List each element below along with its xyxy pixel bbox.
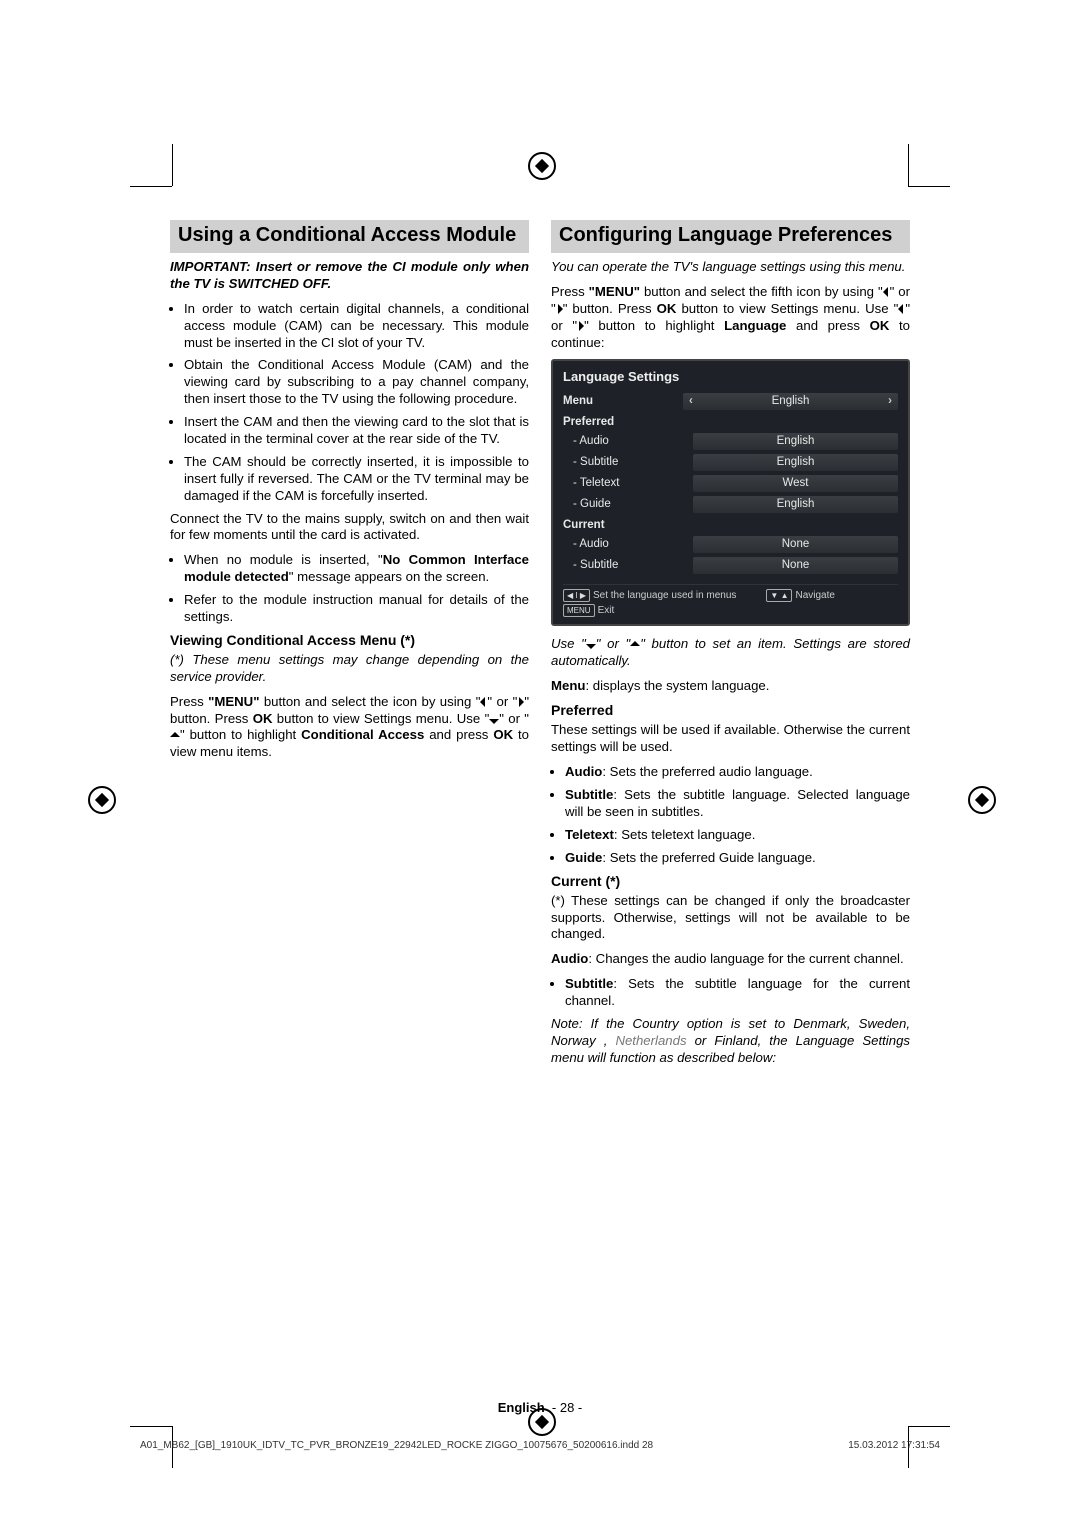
list-item: Guide: Sets the preferred Guide language… <box>565 850 910 867</box>
current-list: Subtitle: Sets the subtitle language for… <box>551 976 910 1010</box>
crop-mark <box>908 1426 950 1427</box>
subhead-preferred: Preferred <box>551 702 910 718</box>
meta-filename: A01_MB62_[GB]_1910UK_IDTV_TC_PVR_BRONZE1… <box>140 1440 653 1451</box>
country-note: Note: If the Country option is set to De… <box>551 1016 910 1067</box>
list-item: Subtitle: Sets the subtitle language for… <box>565 976 910 1010</box>
up-arrow-icon <box>630 641 640 646</box>
osd-foot-right: ▼ ▲Navigate <box>766 589 835 603</box>
list-item: Obtain the Conditional Access Module (CA… <box>184 357 529 408</box>
list-item: Audio: Sets the preferred audio language… <box>565 764 910 781</box>
registration-mark-left <box>88 786 116 814</box>
page-footer: English - 28 - <box>0 1400 1080 1415</box>
osd-row-value: English <box>693 433 898 450</box>
key-arrows-icon: ◀ I ▶ <box>563 589 590 602</box>
osd-row-label: - Subtitle <box>563 559 693 571</box>
left-arrow-icon <box>480 697 485 707</box>
cam-important: IMPORTANT: Insert or remove the CI modul… <box>170 259 529 293</box>
left-arrow-icon <box>898 304 903 314</box>
current-note: (*) These settings can be changed if onl… <box>551 893 910 944</box>
osd-row-label: - Audio <box>563 435 693 447</box>
cam-provider-note: (*) These menu settings may change depen… <box>170 652 529 686</box>
osd-foot-left: ◀ I ▶Set the language used in menus MENU… <box>563 589 736 617</box>
preferred-list: Audio: Sets the preferred audio language… <box>551 764 910 866</box>
list-item: In order to watch certain digital channe… <box>184 301 529 352</box>
osd-label-menu: Menu <box>563 395 683 407</box>
osd-row-value: English <box>693 454 898 471</box>
osd-row-value: None <box>693 536 898 553</box>
heading-cam: Using a Conditional Access Module <box>170 220 529 253</box>
lang-intro: You can operate the TV's language settin… <box>551 259 910 276</box>
cam-connect: Connect the TV to the mains supply, swit… <box>170 511 529 545</box>
osd-row-label: - Teletext <box>563 477 693 489</box>
print-metadata: A01_MB62_[GB]_1910UK_IDTV_TC_PVR_BRONZE1… <box>140 1440 940 1451</box>
subhead-current: Current (*) <box>551 873 910 889</box>
osd-section-current: Current <box>563 519 898 531</box>
osd-value-menu: ‹ English › <box>683 393 898 410</box>
subhead-viewing-cam: Viewing Conditional Access Menu (*) <box>170 632 529 648</box>
osd-row-label: - Subtitle <box>563 456 693 468</box>
osd-row-value: English <box>693 496 898 513</box>
lang-press-instructions: Press "MENU" button and select the fifth… <box>551 284 910 352</box>
osd-language-settings: Language Settings Menu ‹ English › Prefe… <box>551 359 910 625</box>
osd-row-label: - Guide <box>563 498 693 510</box>
cam-notes-list: When no module is inserted, "No Common I… <box>170 552 529 626</box>
left-arrow-icon <box>883 287 888 297</box>
crop-mark <box>130 186 172 187</box>
osd-title: Language Settings <box>563 369 898 384</box>
list-item: When no module is inserted, "No Common I… <box>184 552 529 586</box>
osd-row-label: - Audio <box>563 538 693 550</box>
lang-use-arrows: Use "" or "" button to set an item. Sett… <box>551 636 910 670</box>
key-menu-icon: MENU <box>563 604 595 617</box>
heading-language: Configuring Language Preferences <box>551 220 910 253</box>
column-left: Using a Conditional Access Module IMPORT… <box>170 220 529 1075</box>
list-item: The CAM should be correctly inserted, it… <box>184 454 529 505</box>
page-body: Using a Conditional Access Module IMPORT… <box>170 220 910 1075</box>
crop-mark <box>908 186 950 187</box>
key-nav-icon: ▼ ▲ <box>766 589 792 602</box>
osd-row-value: None <box>693 557 898 574</box>
crop-mark <box>908 144 909 186</box>
lang-menu-desc: Menu: displays the system language. <box>551 678 910 695</box>
crop-mark <box>130 1426 172 1427</box>
down-arrow-icon <box>489 719 499 724</box>
list-item: Subtitle: Sets the subtitle language. Se… <box>565 787 910 821</box>
list-item: Teletext: Sets teletext language. <box>565 827 910 844</box>
registration-mark-top <box>528 152 556 180</box>
column-right: Configuring Language Preferences You can… <box>551 220 910 1075</box>
meta-datetime: 15.03.2012 17:31:54 <box>848 1440 940 1451</box>
list-item: Refer to the module instruction manual f… <box>184 592 529 626</box>
osd-row-value: West <box>693 475 898 492</box>
up-arrow-icon <box>170 732 180 737</box>
cam-press-instructions: Press "MENU" button and select the icon … <box>170 694 529 762</box>
preferred-intro: These settings will be used if available… <box>551 722 910 756</box>
osd-section-preferred: Preferred <box>563 416 898 428</box>
down-arrow-icon <box>586 644 596 649</box>
list-item: Insert the CAM and then the viewing card… <box>184 414 529 448</box>
current-audio: Audio: Changes the audio language for th… <box>551 951 910 968</box>
crop-mark <box>172 144 173 186</box>
registration-mark-right <box>968 786 996 814</box>
cam-steps-list: In order to watch certain digital channe… <box>170 301 529 505</box>
